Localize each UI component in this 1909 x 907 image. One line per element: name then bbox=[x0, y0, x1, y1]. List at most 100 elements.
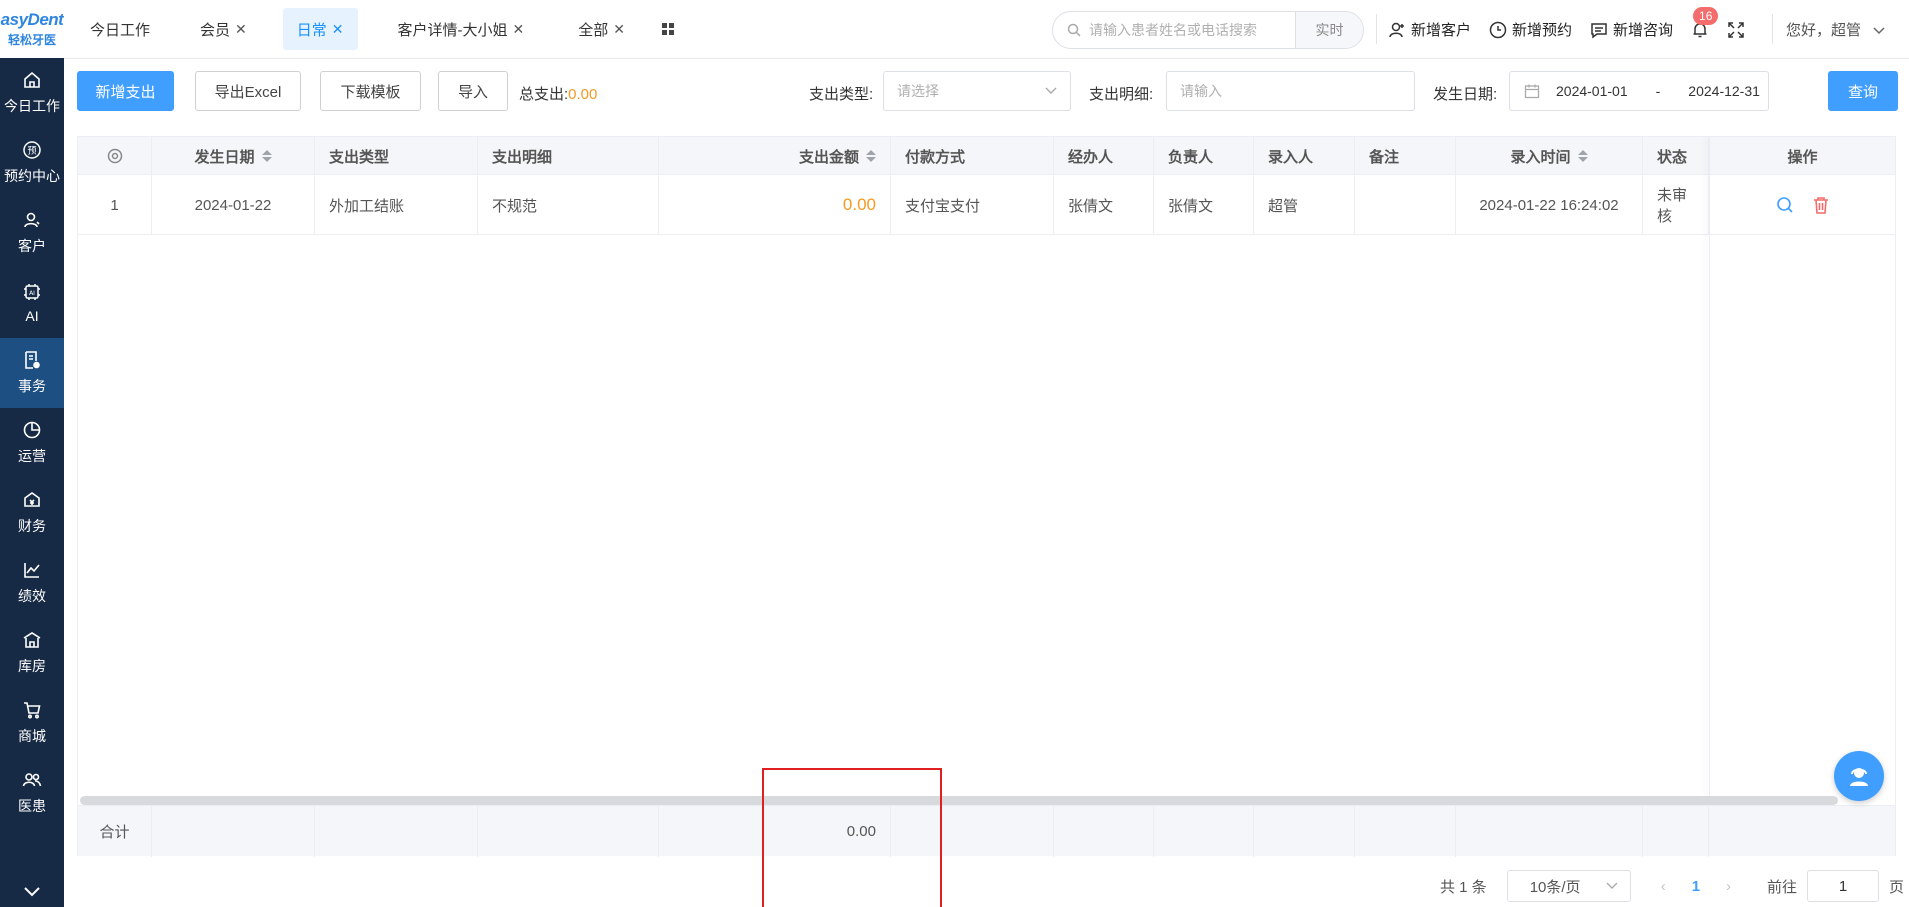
page-size-select[interactable]: 10条/页 bbox=[1506, 870, 1631, 902]
expense-type-select[interactable]: 请选择 bbox=[883, 71, 1071, 111]
close-icon[interactable]: ✕ bbox=[513, 21, 525, 38]
close-icon[interactable]: ✕ bbox=[613, 21, 625, 38]
sidebar-item-ai[interactable]: AI AI bbox=[0, 268, 64, 338]
sidebar-item-mall[interactable]: 商城 bbox=[0, 688, 64, 758]
fullscreen-icon[interactable] bbox=[1727, 21, 1745, 39]
total-value: 0.00 bbox=[568, 86, 598, 103]
total-count: 共 1 条 bbox=[1440, 878, 1487, 896]
user-menu[interactable]: 您好，超管 bbox=[1786, 19, 1885, 40]
import-button[interactable]: 导入 bbox=[438, 71, 508, 111]
column-type: 支出类型 bbox=[315, 137, 478, 175]
column-settings[interactable] bbox=[78, 137, 152, 175]
add-clock-icon bbox=[1489, 21, 1507, 38]
search-input[interactable] bbox=[1081, 22, 1295, 38]
date-end[interactable]: 2024-12-31 bbox=[1688, 83, 1760, 99]
sidebar-item-label: 今日工作 bbox=[4, 98, 60, 114]
sidebar-item-label: AI bbox=[25, 308, 39, 324]
sidebar-expand-button[interactable] bbox=[0, 877, 64, 907]
sidebar-item-label: 预约中心 bbox=[4, 168, 60, 184]
summary-cell bbox=[315, 806, 478, 857]
column-label: 支出金额 bbox=[798, 148, 859, 166]
table-header: 发生日期 支出类型 支出明细 支出金额 付款方式 经办人 负责人 录入人 备注 … bbox=[78, 137, 1895, 175]
summary-cell bbox=[1456, 806, 1643, 857]
view-search-icon[interactable] bbox=[1776, 196, 1794, 214]
next-page-button[interactable]: › bbox=[1726, 878, 1731, 895]
sidebar-item-operations[interactable]: 运营 bbox=[0, 408, 64, 478]
column-label: 负责人 bbox=[1168, 148, 1214, 166]
summary-cell bbox=[1643, 806, 1709, 857]
cart-icon bbox=[24, 702, 41, 719]
sidebar-item-appointment[interactable]: 预 预约中心 bbox=[0, 128, 64, 198]
expense-type-placeholder: 请选择 bbox=[897, 83, 939, 99]
table-row[interactable]: 1 2024-01-22 外加工结账 不规范 0.00 支付宝支付 张倩文 张倩… bbox=[78, 175, 1895, 235]
sidebar-item-finance[interactable]: 财务 bbox=[0, 478, 64, 548]
notification-badge: 16 bbox=[1693, 6, 1719, 25]
horizontal-scrollbar[interactable] bbox=[80, 796, 1838, 805]
sidebar-item-label: 财务 bbox=[18, 518, 46, 534]
date-start[interactable]: 2024-01-01 bbox=[1556, 83, 1628, 99]
query-button[interactable]: 查询 bbox=[1828, 71, 1898, 111]
app-logo[interactable]: asyDent 轻松牙医 bbox=[0, 0, 64, 58]
tab-customer-detail[interactable]: 客户详情-大小姐 ✕ bbox=[384, 8, 539, 50]
sidebar-item-performance[interactable]: 绩效 bbox=[0, 548, 64, 618]
new-customer-button[interactable]: 新增客户 bbox=[1388, 19, 1471, 40]
sidebar-item-label: 库房 bbox=[18, 658, 46, 674]
close-icon[interactable]: ✕ bbox=[235, 21, 247, 38]
home-icon bbox=[24, 71, 40, 88]
column-label: 支出类型 bbox=[329, 148, 390, 166]
tab-all[interactable]: 全部 ✕ bbox=[564, 8, 639, 50]
new-appointment-button[interactable]: 新增预约 bbox=[1489, 19, 1572, 40]
sort-icon[interactable] bbox=[866, 150, 876, 162]
realtime-search-button[interactable]: 实时 bbox=[1295, 12, 1363, 48]
grid-icon[interactable] bbox=[661, 22, 675, 36]
new-consult-button[interactable]: 新增咨询 bbox=[1590, 19, 1673, 40]
expense-table: 发生日期 支出类型 支出明细 支出金额 付款方式 经办人 负责人 录入人 备注 … bbox=[77, 136, 1896, 857]
notification-button[interactable]: 16 bbox=[1691, 6, 1719, 39]
chevron-down-icon bbox=[1606, 882, 1618, 889]
column-detail: 支出明细 bbox=[478, 137, 659, 175]
chevron-down-icon bbox=[24, 887, 40, 897]
column-status: 状态 bbox=[1643, 137, 1709, 175]
total-expense: 总支出:0.00 bbox=[519, 83, 597, 104]
sidebar-item-doctor-patient[interactable]: 医患 bbox=[0, 758, 64, 828]
column-entered-at[interactable]: 录入时间 bbox=[1456, 137, 1643, 175]
goto-page-input[interactable]: 1 bbox=[1807, 870, 1880, 902]
column-amount[interactable]: 支出金额 bbox=[659, 137, 891, 175]
tab-daily[interactable]: 日常 ✕ bbox=[282, 8, 358, 50]
summary-cell bbox=[1154, 806, 1254, 857]
close-icon[interactable]: ✕ bbox=[332, 21, 344, 38]
tab-member[interactable]: 会员 ✕ bbox=[186, 8, 261, 50]
fixed-column-divider bbox=[1709, 137, 1710, 856]
sidebar-item-customer[interactable]: 客户 bbox=[0, 198, 64, 268]
download-template-button[interactable]: 下载模板 bbox=[320, 71, 421, 111]
add-expense-button[interactable]: 新增支出 bbox=[77, 71, 174, 111]
appointment-icon: 预 bbox=[23, 141, 41, 159]
chevron-down-icon bbox=[1873, 27, 1885, 35]
filter-toolbar: 新增支出 导出Excel 下载模板 导入 总支出:0.00 支出类型: 请选择 … bbox=[64, 59, 1909, 123]
sidebar-item-warehouse[interactable]: 库房 bbox=[0, 618, 64, 688]
line-chart-icon bbox=[24, 563, 40, 578]
column-date[interactable]: 发生日期 bbox=[152, 137, 315, 175]
export-excel-button[interactable]: 导出Excel bbox=[195, 71, 301, 111]
cell-status: 未审核 bbox=[1643, 175, 1709, 235]
current-page[interactable]: 1 bbox=[1692, 878, 1700, 895]
top-actions: 新增客户 新增预约 新增咨询 16 bbox=[1388, 0, 1745, 59]
summary-cell bbox=[152, 806, 315, 857]
expense-detail-input[interactable]: 请输入 bbox=[1166, 71, 1415, 111]
cell-detail: 不规范 bbox=[478, 175, 659, 235]
column-label: 备注 bbox=[1369, 148, 1400, 166]
prev-page-button[interactable]: ‹ bbox=[1661, 878, 1666, 895]
sidebar-item-today[interactable]: 今日工作 bbox=[0, 58, 64, 128]
customer-service-button[interactable] bbox=[1834, 751, 1884, 801]
delete-trash-icon[interactable] bbox=[1812, 196, 1830, 214]
pagination: 共 1 条 10条/页 ‹ 1 › 前往 1 页 bbox=[1440, 870, 1904, 902]
sidebar-item-affairs[interactable]: 事务 bbox=[0, 338, 64, 408]
sort-icon[interactable] bbox=[261, 150, 272, 162]
sort-icon[interactable] bbox=[1577, 150, 1588, 162]
tab-label: 全部 bbox=[578, 21, 609, 39]
date-label: 发生日期: bbox=[1433, 86, 1498, 103]
tab-today-work[interactable]: 今日工作 bbox=[76, 8, 164, 50]
cell-entered-by: 超管 bbox=[1254, 175, 1355, 235]
date-range-picker[interactable]: 2024-01-01 - 2024-12-31 bbox=[1509, 71, 1769, 111]
add-user-icon bbox=[1389, 22, 1404, 37]
